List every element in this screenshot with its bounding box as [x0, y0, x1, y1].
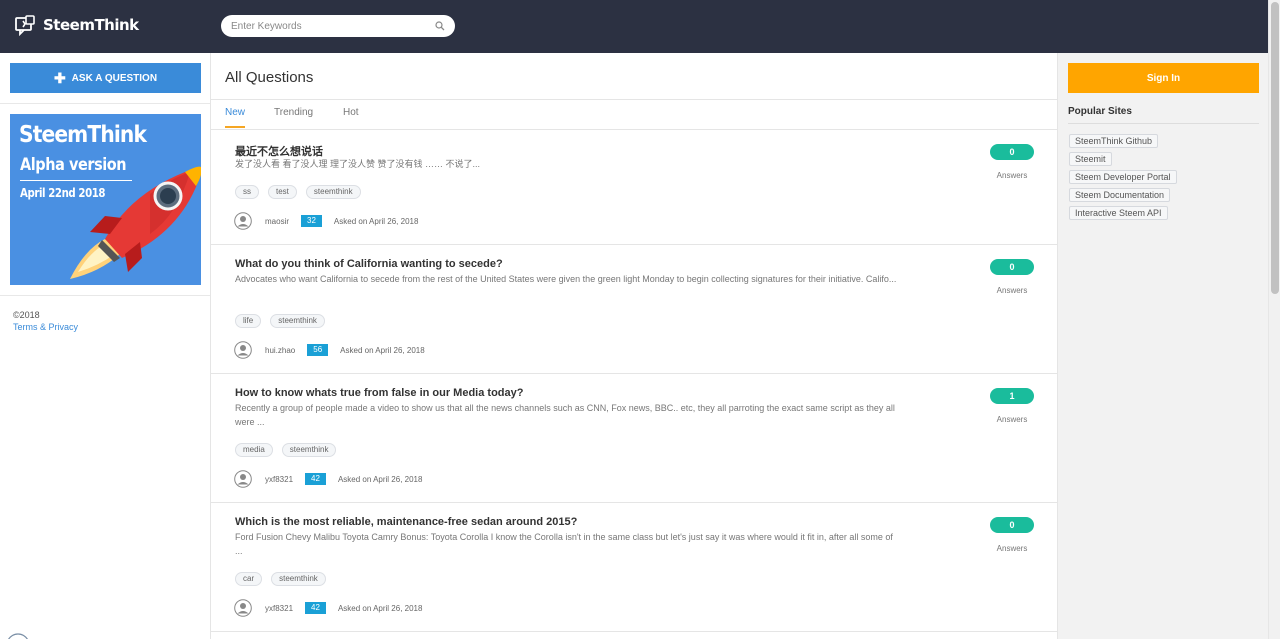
answers-label: Answers	[996, 171, 1028, 180]
divider	[1068, 123, 1259, 124]
search-icon[interactable]	[435, 21, 445, 31]
question-item: Which is the most reliable, maintenance-…	[211, 503, 1057, 632]
question-excerpt: Recently a group of people made a video …	[235, 403, 895, 427]
site-link-steem-documentation[interactable]: Steem Documentation	[1069, 188, 1171, 202]
terms-privacy-link[interactable]: Terms & Privacy	[13, 322, 78, 332]
ask-question-button[interactable]: ✚ ASK A QUESTION	[10, 63, 201, 93]
left-sidebar: ✚ ASK A QUESTION SteemThink Alpha versio…	[0, 53, 211, 639]
question-meta: maosir 32 Asked on April 26, 2018	[234, 212, 418, 230]
circle-icon[interactable]	[6, 633, 30, 639]
question-excerpt: Advocates who want California to secede …	[235, 274, 897, 284]
active-tab-indicator	[225, 126, 245, 128]
question-tabs: New Trending Hot	[211, 100, 1057, 129]
answer-count-badge: 0	[990, 259, 1034, 275]
divider	[0, 295, 210, 296]
right-sidebar: Sign In Popular Sites SteemThink Github …	[1057, 53, 1268, 639]
logo-icon	[15, 15, 35, 36]
tag[interactable]: media	[235, 443, 273, 457]
tab-new[interactable]: New	[225, 107, 245, 118]
search-box	[221, 15, 455, 37]
sign-in-button[interactable]: Sign In	[1068, 63, 1259, 93]
question-tags: media steemthink	[235, 443, 345, 457]
reputation-badge: 42	[305, 602, 326, 614]
author-name[interactable]: maosir	[265, 217, 289, 226]
page-title: All Questions	[225, 69, 314, 86]
author-name[interactable]: hui.zhao	[265, 346, 295, 355]
logo[interactable]: SteemThink	[14, 14, 139, 36]
avatar-icon[interactable]	[234, 470, 252, 488]
copyright-text: ©2018	[13, 310, 40, 320]
avatar-icon[interactable]	[234, 341, 252, 359]
site-link-interactive-steem-api[interactable]: Interactive Steem API	[1069, 206, 1168, 220]
divider	[0, 103, 210, 104]
question-excerpt: Ford Fusion Chevy Malibu Toyota Camry Bo…	[235, 532, 893, 556]
question-excerpt: 发了没人看 看了没人理 理了没人赞 赞了没有钱 …… 不说了...	[235, 159, 481, 169]
scrollbar-thumb[interactable]	[1271, 2, 1279, 294]
question-title[interactable]: How to know whats true from false in our…	[235, 387, 523, 399]
question-tags: life steemthink	[235, 314, 334, 328]
avatar-icon[interactable]	[234, 599, 252, 617]
author-name[interactable]: yxf8321	[265, 475, 293, 484]
reputation-badge: 32	[301, 215, 322, 227]
logo-text: SteemThink	[43, 16, 139, 34]
question-title[interactable]: 最近不怎么想说话	[235, 143, 323, 159]
question-meta: hui.zhao 56 Asked on April 26, 2018	[234, 341, 425, 359]
question-title[interactable]: What do you think of California wanting …	[235, 258, 503, 270]
tag[interactable]: steemthink	[271, 572, 326, 586]
tag[interactable]: ss	[235, 185, 259, 199]
question-tags: ss test steemthink	[235, 185, 370, 199]
question-item: 最近不怎么想说话 发了没人看 看了没人理 理了没人赞 赞了没有钱 …… 不说了.…	[211, 130, 1057, 245]
ask-question-label: ASK A QUESTION	[71, 72, 158, 84]
question-tags: car steemthink	[235, 572, 335, 586]
answers-label: Answers	[996, 286, 1028, 295]
tab-trending[interactable]: Trending	[274, 107, 313, 118]
answers-label: Answers	[996, 415, 1028, 424]
tag[interactable]: steemthink	[305, 185, 361, 199]
search-input[interactable]	[231, 18, 431, 34]
top-navbar: SteemThink	[0, 0, 1268, 53]
reputation-badge: 42	[305, 473, 326, 485]
tag[interactable]: steemthink	[270, 314, 325, 328]
page-scrollbar[interactable]	[1268, 0, 1280, 639]
site-link-steem-developer-portal[interactable]: Steem Developer Portal	[1069, 170, 1177, 184]
rocket-icon	[70, 166, 201, 279]
site-link-steemthink-github[interactable]: SteemThink Github	[1069, 134, 1159, 148]
question-item: What do you think of California wanting …	[211, 245, 1057, 374]
tag[interactable]: test	[268, 185, 297, 199]
popular-sites-heading: Popular Sites	[1068, 106, 1132, 117]
avatar-icon[interactable]	[234, 212, 252, 230]
asked-date: Asked on April 26, 2018	[340, 345, 425, 355]
tag[interactable]: life	[235, 314, 262, 328]
asked-date: Asked on April 26, 2018	[337, 474, 423, 484]
author-name[interactable]: yxf8321	[265, 604, 293, 613]
answer-count-badge: 0	[990, 144, 1034, 160]
alpha-banner[interactable]: SteemThink Alpha version April 22nd 2018	[10, 114, 201, 285]
answer-count-badge: 1	[990, 388, 1034, 404]
tag[interactable]: car	[235, 572, 263, 586]
question-item: How to know whats true from false in our…	[211, 374, 1057, 503]
main-content: All Questions New Trending Hot 最近不怎么想说话 …	[211, 53, 1057, 639]
popular-sites-list: SteemThink Github Steemit Steem Develope…	[1069, 134, 1177, 224]
answer-count-badge: 0	[990, 517, 1034, 533]
answers-label: Answers	[996, 544, 1028, 553]
banner-title: SteemThink	[19, 122, 147, 148]
question-meta: yxf8321 42 Asked on April 26, 2018	[234, 599, 422, 617]
tab-hot[interactable]: Hot	[343, 107, 359, 118]
reputation-badge: 56	[307, 344, 329, 356]
question-title[interactable]: Which is the most reliable, maintenance-…	[235, 516, 577, 528]
asked-date: Asked on April 26, 2018	[333, 216, 419, 226]
asked-date: Asked on April 26, 2018	[337, 603, 423, 613]
site-link-steemit[interactable]: Steemit	[1069, 152, 1112, 166]
plus-icon: ✚	[53, 70, 66, 86]
question-meta: yxf8321 42 Asked on April 26, 2018	[234, 470, 422, 488]
tag[interactable]: steemthink	[281, 443, 337, 457]
